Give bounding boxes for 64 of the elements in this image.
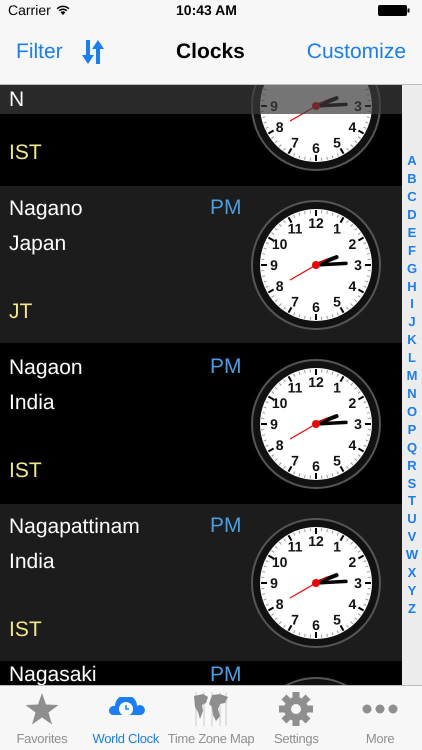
tab[interactable]: More	[338, 686, 422, 750]
analog-clock: 11 12 1 10 2 9 3 8 4 7 6 5	[248, 515, 384, 651]
am-pm-label: PM	[210, 355, 242, 378]
index-letter[interactable]: E	[408, 224, 416, 242]
index-letter[interactable]: J	[408, 313, 416, 332]
carrier-label: Carrier	[8, 0, 51, 20]
world-map-icon	[192, 692, 230, 726]
index-letter[interactable]: D	[407, 206, 417, 224]
index-letter[interactable]: T	[408, 492, 416, 510]
index-letter[interactable]: O	[406, 402, 418, 421]
country-name: Japan	[9, 231, 68, 257]
am-pm-label: PM	[210, 196, 242, 219]
index-letter[interactable]: G	[406, 260, 418, 278]
tab[interactable]: Time Zone Map	[168, 686, 254, 750]
status-time: 10:43 AM	[176, 0, 237, 20]
list-row[interactable]: Nagano Japan JT PM 11 12 1 10 2 9 3 8 4 7 6 5	[0, 186, 402, 343]
index-letter[interactable]: H	[407, 278, 417, 296]
index-letter[interactable]: R	[407, 456, 417, 475]
index-letter[interactable]: Q	[406, 438, 418, 457]
index-letter[interactable]: S	[408, 474, 416, 492]
star-icon	[24, 692, 59, 724]
filter-button[interactable]: Filter	[16, 36, 63, 68]
battery-icon	[378, 4, 410, 16]
more-icon	[362, 704, 398, 714]
index-letter[interactable]: V	[408, 528, 416, 546]
index-letter[interactable]: F	[408, 242, 416, 260]
index-letter[interactable]: P	[408, 420, 416, 439]
list-row[interactable]: Nagapattinam India IST PM 11 12 1 10 2 9 3 8 4 7 6 5	[0, 504, 402, 661]
index-letter[interactable]: W	[406, 546, 418, 564]
am-pm-label: PM	[210, 663, 242, 685]
index-letter[interactable]: C	[407, 188, 417, 206]
index-letter[interactable]: A	[407, 152, 417, 170]
index-letter[interactable]: U	[407, 510, 417, 528]
time-zone-label: IST	[9, 140, 43, 166]
sort-icon[interactable]	[80, 40, 105, 64]
time-zone-label: IST	[9, 458, 43, 484]
city-name: Nagano	[9, 196, 84, 222]
country-name: India	[9, 549, 56, 575]
analog-clock: 11 12 1 10 2 9 3 8 4 7 6 5	[248, 356, 384, 492]
index-letter[interactable]: X	[408, 564, 416, 582]
index-letter[interactable]: M	[406, 367, 418, 385]
am-pm-label: PM	[210, 514, 242, 537]
time-zone-label: JT	[9, 299, 34, 325]
index-letter[interactable]: I	[410, 295, 414, 314]
tab[interactable]: World Clock	[84, 686, 168, 750]
settings-icon	[279, 692, 314, 726]
index-letter[interactable]: B	[407, 170, 417, 188]
section-index[interactable]: A B C D E F G H I J K L M N O P Q R S T U V W X Y Z	[402, 85, 422, 685]
country-name: India	[9, 390, 56, 416]
index-letter[interactable]: Z	[408, 600, 416, 618]
time-zone-label: IST	[9, 617, 43, 643]
customize-button[interactable]: Customize	[306, 36, 406, 68]
screen-title: Clocks	[176, 39, 245, 66]
analog-clock: 11 12 1 10 2 9 3 8 4 7 6 5	[248, 197, 384, 333]
index-letter[interactable]: Y	[408, 582, 416, 600]
tab[interactable]: Settings	[254, 686, 338, 750]
index-letter[interactable]: N	[407, 385, 417, 403]
city-name: Nagapattinam	[9, 514, 141, 540]
index-letter[interactable]: L	[408, 349, 416, 368]
index-letter[interactable]: K	[407, 331, 417, 350]
wifi-icon	[54, 4, 71, 16]
tab[interactable]: Favorites	[0, 686, 84, 750]
city-name: Nagasaki	[9, 664, 98, 685]
city-name: Nagaon	[9, 355, 84, 381]
